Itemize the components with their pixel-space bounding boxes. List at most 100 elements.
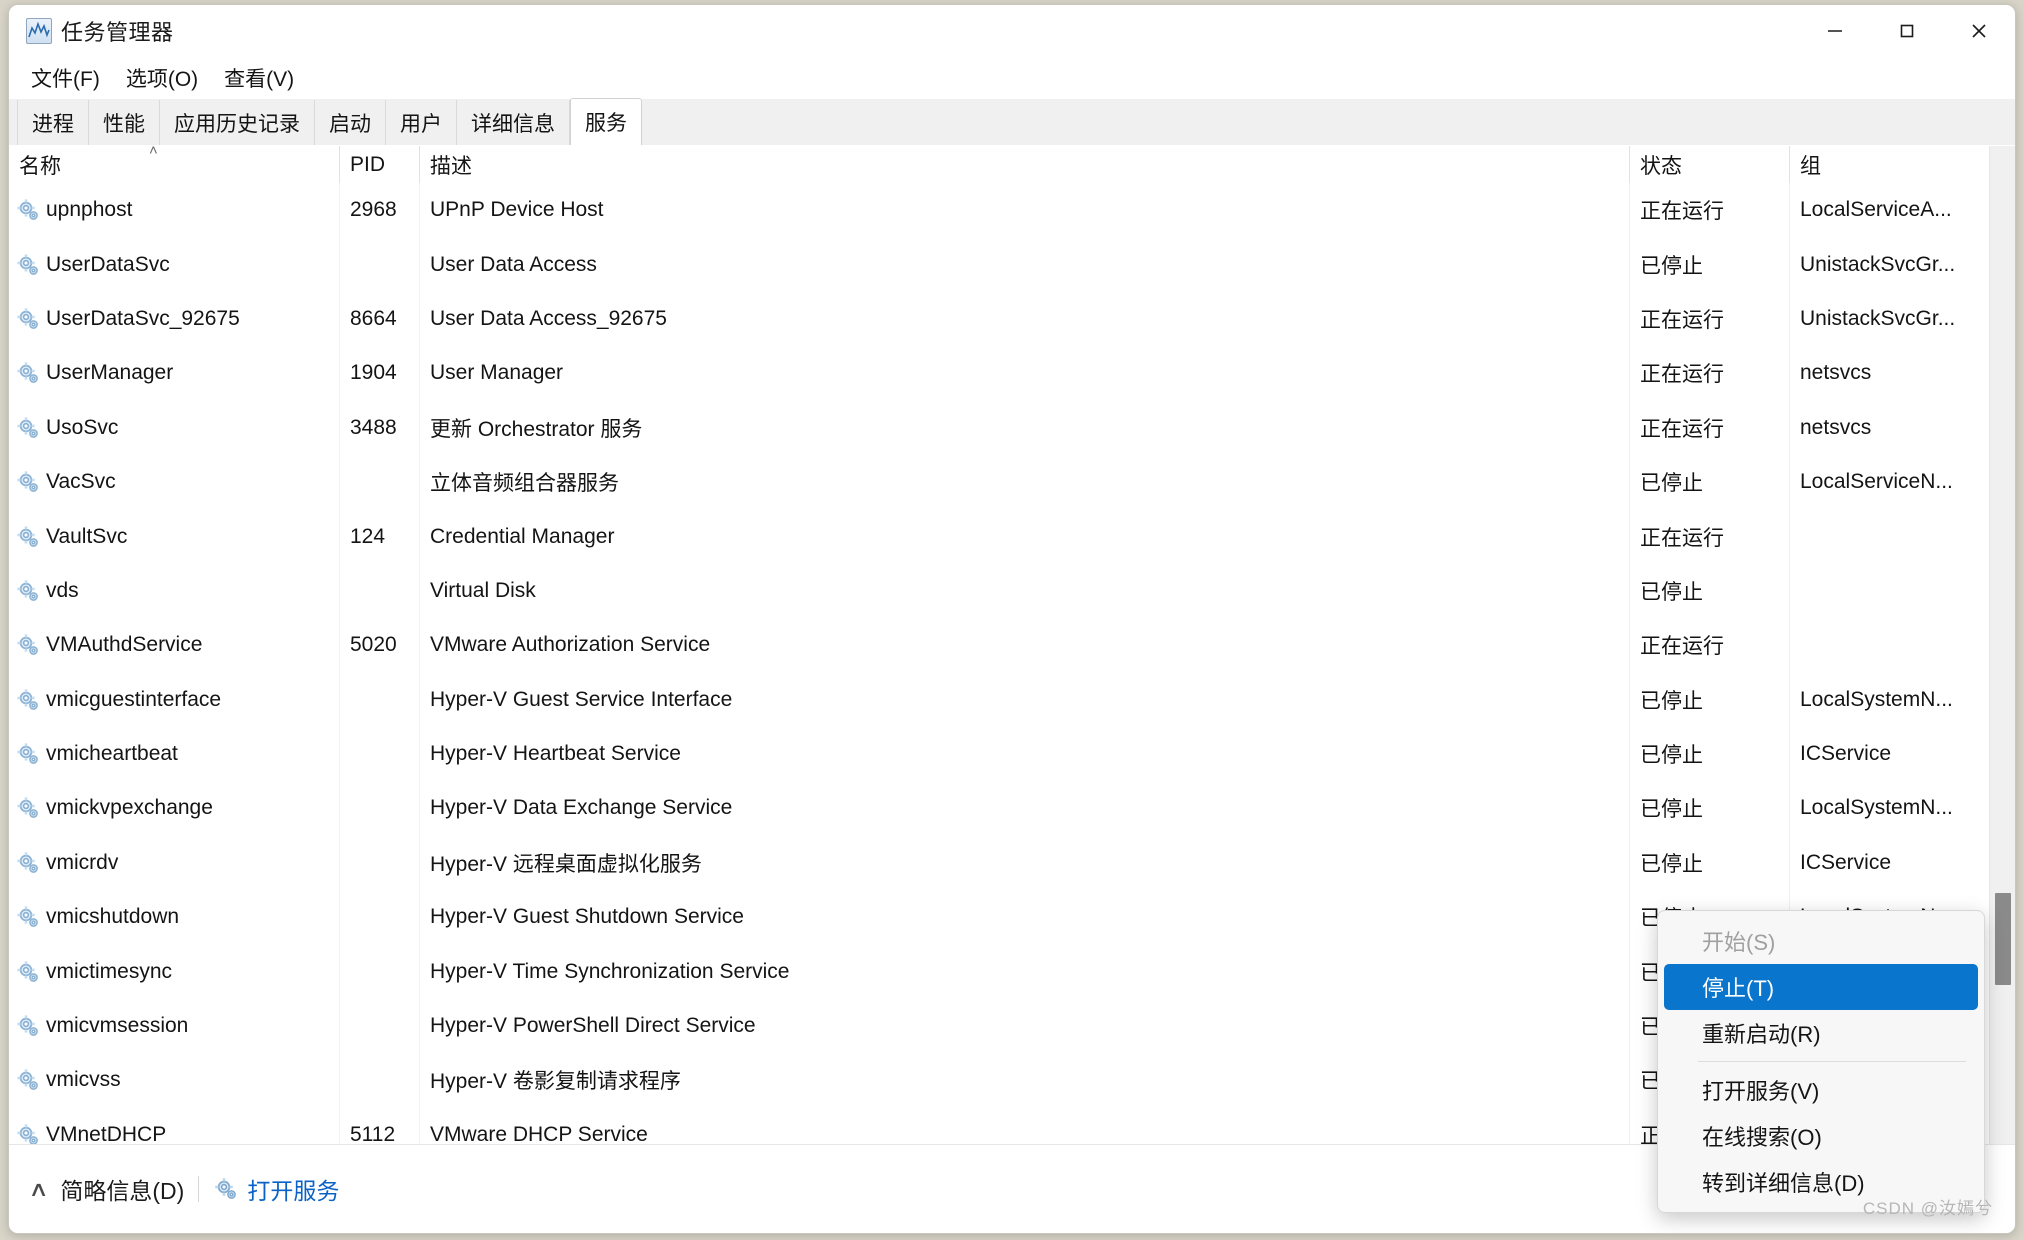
cell-status: 正在运行: [1629, 509, 1789, 563]
table-row[interactable]: UsoSvc3488更新 Orchestrator 服务正在运行netsvcs: [9, 401, 2015, 455]
cell-desc: Hyper-V Guest Shutdown Service: [419, 890, 1629, 944]
table-row[interactable]: VacSvc立体音频组合器服务已停止LocalServiceN...: [9, 455, 2015, 509]
service-gear-icon: [15, 360, 41, 386]
cell-desc: UPnP Device Host: [419, 183, 1629, 237]
close-icon: [1968, 20, 1990, 42]
service-name-label: UserDataSvc_92675: [46, 307, 240, 331]
scrollbar-thumb[interactable]: [1995, 893, 2011, 985]
column-header-group[interactable]: 组: [1789, 146, 1999, 183]
column-header-name[interactable]: 名称 ˄: [9, 146, 339, 183]
open-services-label: 打开服务: [247, 1172, 339, 1206]
service-name-label: VMnetDHCP: [46, 1123, 166, 1144]
cell-name: UserDataSvc_92675: [9, 292, 339, 346]
menu-file[interactable]: 文件(F): [23, 59, 108, 97]
cell-desc: Hyper-V Data Exchange Service: [419, 781, 1629, 835]
cell-name: vmickvpexchange: [9, 781, 339, 835]
cell-desc: Hyper-V Heartbeat Service: [419, 727, 1629, 781]
service-name-label: vmictimesync: [46, 960, 172, 984]
service-name-label: UserDataSvc: [46, 253, 170, 277]
context-menu-item-4[interactable]: 打开服务(V): [1664, 1067, 1978, 1113]
cell-pid: [339, 836, 419, 890]
service-gear-icon: [15, 306, 41, 332]
cell-group: [1789, 509, 1999, 563]
collapse-chevron-icon[interactable]: ∧: [28, 1177, 49, 1202]
title-bar-left: 任务管理器: [9, 15, 174, 47]
context-menu-item-1[interactable]: 停止(T): [1664, 964, 1978, 1010]
column-header-description[interactable]: 描述: [419, 146, 1629, 183]
tab-0[interactable]: 进程: [17, 100, 89, 145]
menu-options[interactable]: 选项(O): [118, 59, 206, 97]
service-name-label: vmicheartbeat: [46, 742, 178, 766]
table-row[interactable]: vmicrdv Hyper-V 远程桌面虚拟化服务已停止ICService: [9, 836, 2015, 890]
cell-pid: [339, 890, 419, 944]
gear-icon: [213, 1176, 239, 1202]
cell-group: ICService: [1789, 836, 1999, 890]
cell-status: 已停止: [1629, 237, 1789, 291]
cell-pid: 3488: [339, 401, 419, 455]
table-row[interactable]: vmicheartbeat Hyper-V Heartbeat Service已停…: [9, 727, 2015, 781]
open-services-link[interactable]: 打开服务: [213, 1172, 339, 1206]
column-header-name-label: 名称: [19, 150, 61, 180]
tab-6[interactable]: 服务: [570, 98, 642, 145]
tab-2[interactable]: 应用历史记录: [160, 100, 315, 145]
table-row[interactable]: vmickvpexchange Hyper-V Data Exchange Ser…: [9, 781, 2015, 835]
vertical-scrollbar[interactable]: [1989, 146, 2015, 1144]
context-menu-item-5[interactable]: 在线搜索(O): [1664, 1113, 1978, 1159]
context-menu-item-2[interactable]: 重新启动(R): [1664, 1010, 1978, 1056]
table-row[interactable]: VaultSvc124Credential Manager正在运行: [9, 509, 2015, 563]
table-row[interactable]: UserManager1904User Manager正在运行netsvcs: [9, 346, 2015, 400]
cell-name: VacSvc: [9, 455, 339, 509]
cell-name: vmicheartbeat: [9, 727, 339, 781]
tab-5[interactable]: 详细信息: [457, 100, 570, 145]
table-row[interactable]: VMAuthdService5020VMware Authorization S…: [9, 618, 2015, 672]
service-name-label: VaultSvc: [46, 525, 127, 549]
minimize-button[interactable]: [1799, 5, 1871, 57]
tab-1[interactable]: 性能: [89, 100, 160, 145]
cell-pid: [339, 727, 419, 781]
cell-pid: 5112: [339, 1108, 419, 1144]
table-row[interactable]: vmicguestinterfaceHyper-V Guest Service …: [9, 673, 2015, 727]
table-row[interactable]: UserDataSvc_926758664User Data Access_92…: [9, 292, 2015, 346]
cell-status: 已停止: [1629, 455, 1789, 509]
cell-name: vmictimesync: [9, 944, 339, 998]
cell-pid: 5020: [339, 618, 419, 672]
cell-group: UnistackSvcGr...: [1789, 292, 1999, 346]
cell-desc: 立体音频组合器服务: [419, 455, 1629, 509]
service-name-label: vmickvpexchange: [46, 796, 213, 820]
title-bar: 任务管理器: [9, 5, 2015, 57]
table-row[interactable]: upnphost2968UPnP Device Host正在运行LocalSer…: [9, 183, 2015, 237]
service-name-label: vmicrdv: [46, 851, 118, 875]
cell-desc: Hyper-V 远程桌面虚拟化服务: [419, 836, 1629, 890]
column-header-pid[interactable]: PID: [339, 146, 419, 183]
service-gear-icon: [15, 741, 41, 767]
close-button[interactable]: [1943, 5, 2015, 57]
column-header-status[interactable]: 状态: [1629, 146, 1789, 183]
window-controls: [1799, 5, 2015, 57]
cell-status: 正在运行: [1629, 346, 1789, 400]
taskmanager-chart-icon: [26, 18, 52, 44]
service-gear-icon: [15, 1067, 41, 1093]
brief-info-button[interactable]: 简略信息(D): [60, 1172, 184, 1206]
maximize-button[interactable]: [1871, 5, 1943, 57]
table-row[interactable]: UserDataSvcUser Data Access已停止UnistackSv…: [9, 237, 2015, 291]
cell-group: netsvcs: [1789, 401, 1999, 455]
service-name-label: VacSvc: [46, 470, 116, 494]
cell-desc: VMware DHCP Service: [419, 1108, 1629, 1144]
cell-pid: [339, 237, 419, 291]
cell-pid: [339, 455, 419, 509]
table-row[interactable]: vdsVirtual Disk已停止: [9, 564, 2015, 618]
menu-view[interactable]: 查看(V): [216, 59, 302, 97]
cell-group: [1789, 564, 1999, 618]
cell-name: VMnetDHCP: [9, 1108, 339, 1144]
context-menu-item-0: 开始(S): [1664, 918, 1978, 964]
tab-4[interactable]: 用户: [386, 100, 457, 145]
tab-3[interactable]: 启动: [315, 100, 386, 145]
cell-status: 正在运行: [1629, 183, 1789, 237]
maximize-icon: [1896, 20, 1918, 42]
cell-status: 已停止: [1629, 727, 1789, 781]
cell-name: vds: [9, 564, 339, 618]
cell-status: 已停止: [1629, 673, 1789, 727]
sort-ascending-icon: ˄: [149, 146, 158, 159]
cell-status: 已停止: [1629, 836, 1789, 890]
cell-name: vmicrdv: [9, 836, 339, 890]
